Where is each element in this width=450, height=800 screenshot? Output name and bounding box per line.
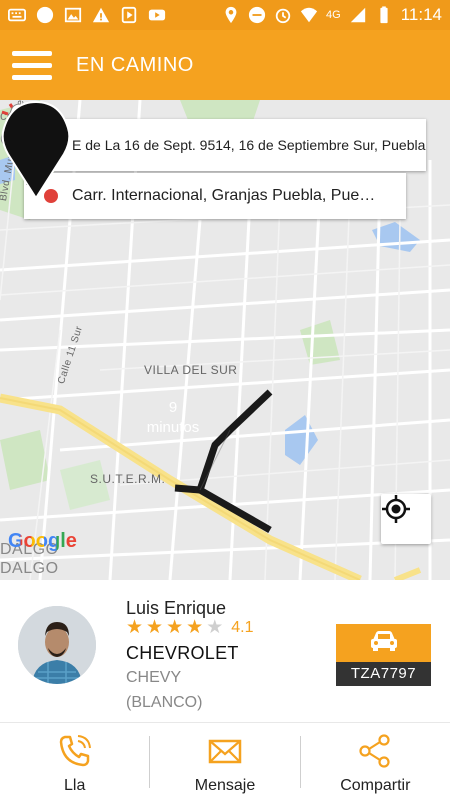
vehicle-model: CHEVY — [126, 669, 182, 686]
location-icon — [225, 6, 237, 24]
message-button[interactable]: Mensaje — [150, 723, 299, 800]
driver-info-panel: Luis Enrique ★ ★ ★ ★ ★ 4.1 CHEVROLET CHE… — [0, 580, 450, 722]
destination-address-card[interactable]: Carr. Internacional, Granjas Puebla, Pue… — [24, 173, 406, 219]
bottom-action-bar: Lla Mensaje Compartir — [0, 722, 450, 800]
origin-address: E de La 16 de Sept. 9514, 16 de Septiemb… — [72, 137, 426, 153]
google-logo: Google — [8, 530, 77, 552]
share-icon — [359, 733, 390, 768]
eta-unit: minutos — [146, 419, 200, 436]
status-bar: 4G 11:14 — [0, 0, 450, 30]
map-label-hidalgo-2: DALGO — [0, 560, 59, 577]
signal-icon — [350, 7, 365, 23]
destination-address: Carr. Internacional, Granjas Puebla, Pue… — [72, 187, 376, 204]
alarm-icon — [275, 8, 291, 24]
hamburger-menu-icon[interactable] — [8, 35, 68, 95]
youtube-icon — [148, 9, 166, 21]
circle-notification-icon — [36, 6, 54, 24]
eta-pin-icon — [1, 100, 71, 200]
avatar — [18, 606, 96, 684]
image-icon — [64, 7, 82, 23]
warning-icon — [92, 7, 110, 23]
car-icon — [371, 631, 397, 651]
keyboard-icon — [8, 8, 26, 22]
crosshair-icon — [382, 495, 410, 523]
map-label-sutem: S.U.T.E.R.M. — [90, 472, 166, 486]
app-bar: EN CAMINO — [0, 30, 450, 100]
origin-address-card[interactable]: E de La 16 de Sept. 9514, 16 de Septiemb… — [24, 119, 426, 171]
network-type: 4G — [326, 9, 341, 21]
driver-name: Luis Enrique — [126, 598, 227, 618]
star-icon: ★ — [186, 617, 204, 638]
eta-value: 9 — [168, 399, 178, 416]
clock: 11:14 — [400, 5, 442, 24]
star-icon: ★ — [166, 617, 184, 638]
my-location-button[interactable] — [381, 494, 431, 544]
play-store-icon — [121, 6, 137, 24]
call-label: Lla — [63, 776, 86, 794]
driver-rating-stars: ★ ★ ★ ★ ★ 4.1 — [126, 618, 253, 638]
vehicle-color: (BLANCO) — [126, 694, 203, 711]
star-icon: ★ — [146, 617, 164, 638]
star-empty-icon: ★ — [206, 617, 224, 638]
mail-icon — [208, 739, 242, 763]
battery-icon — [380, 6, 388, 24]
vehicle-plate: TZA7797 — [336, 662, 431, 686]
wifi-icon — [300, 7, 318, 23]
vehicle-make: CHEVROLET — [126, 643, 239, 663]
eta-label: 9 minutos — [137, 398, 209, 438]
map-view[interactable]: co Blvd. Municipio Libre VILLA DEL SUR S… — [0, 100, 450, 580]
share-label: Compartir — [340, 776, 411, 794]
map-label-villa-del-sur: VILLA DEL SUR — [144, 363, 238, 377]
page-title: EN CAMINO — [76, 53, 194, 76]
star-icon: ★ — [126, 617, 144, 638]
do-not-disturb-icon — [248, 6, 266, 24]
driver-rating-value: 4.1 — [231, 619, 254, 636]
share-button[interactable]: Compartir — [301, 723, 450, 800]
message-label: Mensaje — [194, 776, 256, 794]
phone-icon — [59, 734, 91, 766]
vehicle-plate-badge: TZA7797 — [336, 624, 431, 686]
call-button[interactable]: Lla — [0, 723, 149, 800]
